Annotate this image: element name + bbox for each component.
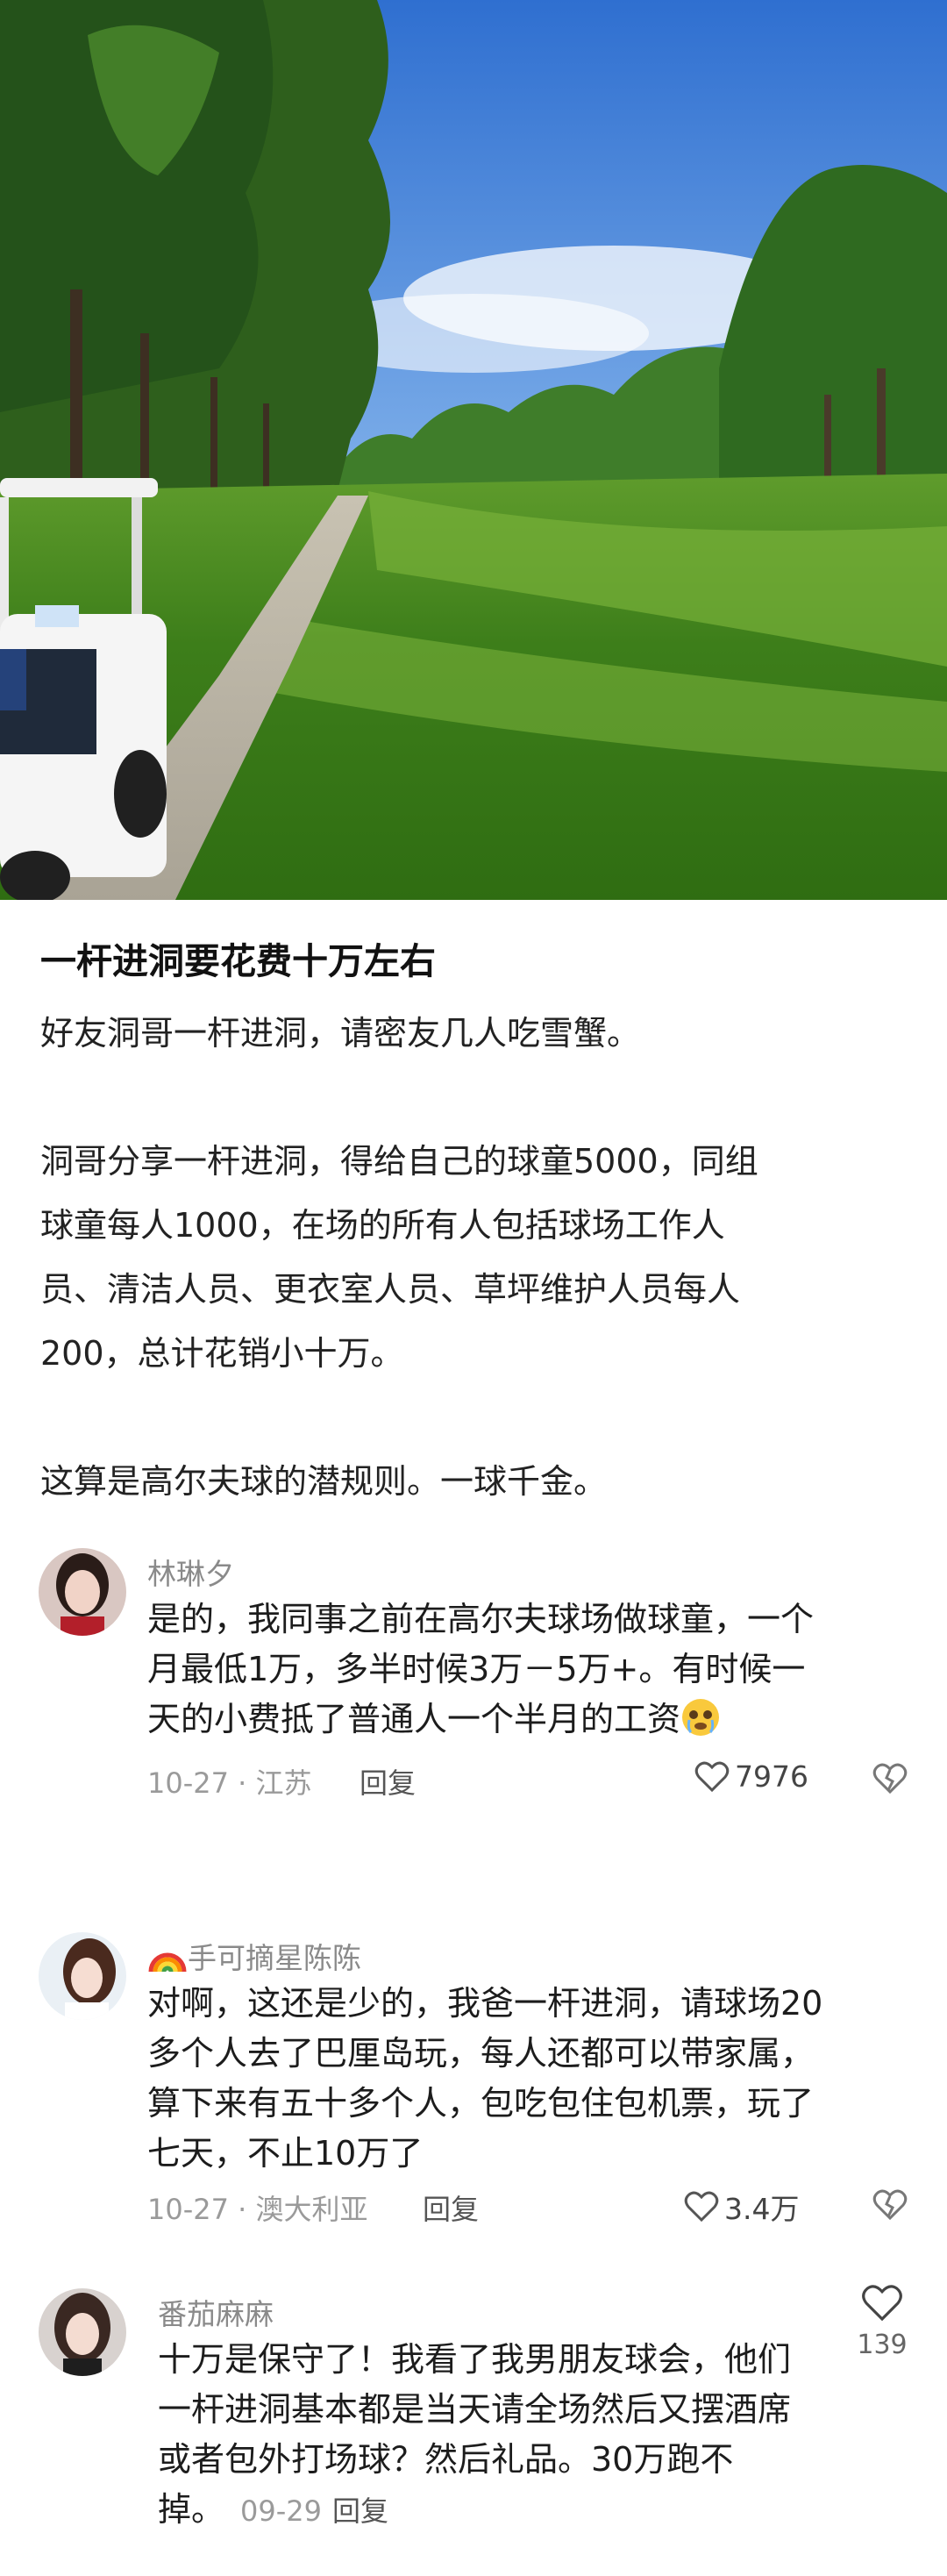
post-line: 好友洞哥一杆进洞，请密友几人吃雪蟹。 [40,1014,641,1053]
heart-icon [862,2285,902,2322]
comment-line: 或者包外打场球？然后礼品。30万跑不 [158,2440,734,2479]
comment-text: 是的，我同事之前在高尔夫球场做球童，一个 月最低1万，多半时候3万－5万+。有时… [147,1595,901,1745]
like-count: 3.4万 [724,2192,800,2226]
broken-heart-icon [872,2189,908,2221]
comment-line: 十万是保守了！我看了我男朋友球会，他们 [158,2340,792,2379]
dislike-button[interactable] [872,2189,908,2224]
commenter-name-text: 手可摘星陈陈 [188,1941,361,1975]
post-line: 洞哥分享一杆进洞，得给自己的球童5000，同组 [40,1142,758,1181]
comment-date-location: 10-27 · 澳大利亚 [147,2193,368,2226]
reply-button[interactable]: 回复 [423,2187,479,2228]
commenter-name[interactable]: 林琳夕 [147,1551,234,1593]
comment-line: 七天，不止10万了 [147,2134,424,2173]
like-button[interactable]: 7976 [694,1759,808,1794]
rainbow-emoji-icon [148,1952,187,1973]
comment-line: 多个人去了巴厘岛玩，每人还都可以带家属， [147,2034,815,2073]
comment-line: 对啊，这还是少的，我爸一杆进洞，请球场20 [147,1984,823,2023]
comment-text: 十万是保守了！我看了我男朋友球会，他们 一杆进洞基本都是当天请全场然后又摆酒席 … [158,2335,824,2537]
commenter-name[interactable]: 番茄麻麻 [158,2291,274,2333]
avatar[interactable] [39,2288,126,2376]
like-button[interactable]: 139 [856,2284,908,2360]
avatar[interactable] [39,1932,126,2020]
comment-date-location: 10-27 · 江苏 [147,1766,312,1800]
comment-line: 月最低1万，多半时候3万－5万+。有时候一 [147,1650,806,1688]
comment-line: 天的小费抵了普通人一个半月的工资 [147,1695,901,1745]
avatar[interactable] [39,1548,126,1636]
post-line: 球童每人1000，在场的所有人包括球场工作人 [40,1206,725,1245]
heart-icon [684,2191,719,2223]
comment-line: 算下来有五十多个人，包吃包住包机票，玩了 [147,2084,815,2123]
comment-line-text: 天的小费抵了普通人一个半月的工资 [147,1700,681,1738]
comment-line: 一杆进洞基本都是当天请全场然后又摆酒席 [158,2390,792,2429]
like-count: 139 [857,2330,908,2360]
reply-button[interactable]: 回复 [360,1761,416,1802]
like-count: 7976 [735,1759,808,1794]
heart-icon [694,1761,730,1792]
broken-heart-icon [872,1763,908,1795]
dislike-button[interactable] [872,1763,908,1798]
post-body: 好友洞哥一杆进洞，请密友几人吃雪蟹。 洞哥分享一杆进洞，得给自己的球童5000，… [40,1002,917,1514]
post-line: 这算是高尔夫球的潜规则。一球千金。 [40,1462,608,1501]
commenter-name[interactable]: 手可摘星陈陈 [147,1935,361,1977]
reply-button[interactable]: 回复 [332,2494,388,2528]
comment-line: 掉。 09-29 回复 [158,2485,824,2537]
crying-face-emoji-icon [682,1699,720,1736]
comment-line-text: 掉。 [158,2490,225,2529]
post-line: 200，总计花销小十万。 [40,1334,404,1373]
post-line: 员、清洁人员、更衣室人员、草坪维护人员每人 [40,1270,741,1309]
comment-date: 09-29 [240,2494,322,2528]
like-button[interactable]: 3.4万 [684,2186,799,2228]
comment-line: 是的，我同事之前在高尔夫球场做球童，一个 [147,1600,815,1638]
comment-text: 对啊，这还是少的，我爸一杆进洞，请球场20 多个人去了巴厘岛玩，每人还都可以带家… [147,1979,919,2179]
golf-course-photo [0,0,947,900]
post-title: 一杆进洞要花费十万左右 [40,940,436,982]
post-image[interactable] [0,0,947,900]
